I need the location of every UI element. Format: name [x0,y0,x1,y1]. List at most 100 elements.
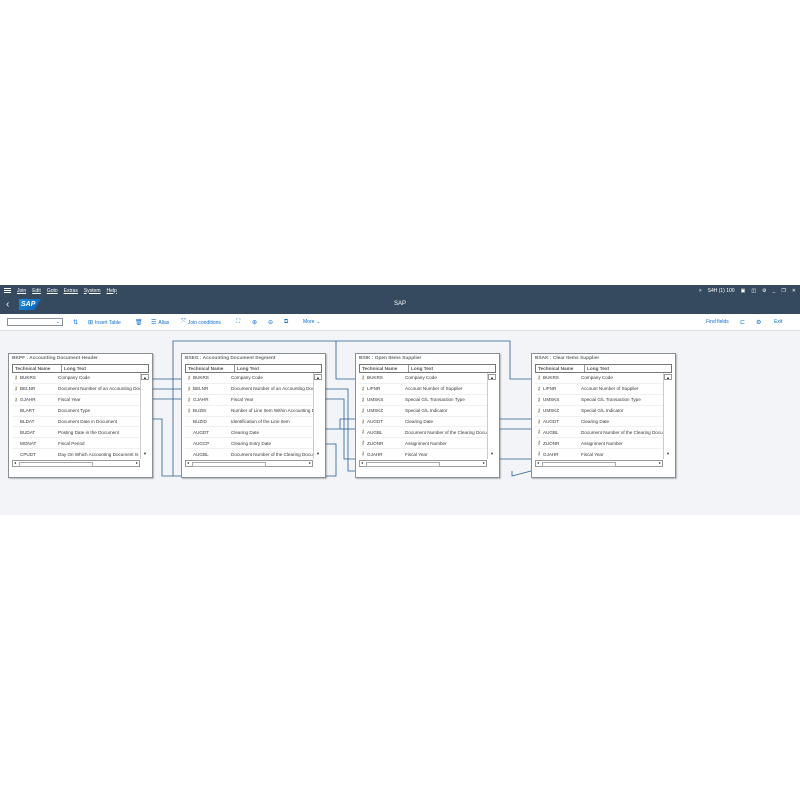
chevron-right-icon[interactable]: > [699,288,702,294]
scroll-up-icon[interactable]: ▲ [141,374,149,380]
field-row[interactable]: AUGBL Document Number of the Clearing Do… [185,449,313,459]
scroll-right-icon[interactable]: ▸ [659,460,661,465]
layout-select[interactable]: ⌄ [7,318,63,326]
field-row[interactable]: ⚷ BELNR Document Number of an Accounting… [12,384,140,395]
more-button[interactable]: More ⌄ [303,319,321,325]
column-header-long-text[interactable]: Long Text [235,365,259,372]
column-header-technical-name[interactable]: Technical Name [536,365,585,372]
column-header-technical-name[interactable]: Technical Name [360,365,409,372]
menu-goto[interactable]: Goto [47,288,58,294]
alias-button[interactable]: ☰ Alias [151,319,169,327]
horizontal-scrollbar[interactable]: ◂ ▸ [12,460,140,467]
join-canvas[interactable]: BKPF : Accounting Document Header Techni… [0,331,800,515]
scroll-thumb[interactable] [192,462,266,467]
share-icon[interactable]: ⊏ [740,319,745,326]
scroll-left-icon[interactable]: ◂ [187,460,189,465]
field-row[interactable]: ⚷ AUGBL Document Number of the Clearing … [359,427,487,439]
join-line[interactable] [326,418,355,430]
field-row[interactable]: ⚷ UMSKS Special G/L Transaction Type [359,395,487,406]
field-row[interactable]: CPUDT Day On Which Accounting Document I… [12,449,140,459]
field-row[interactable]: BUZID Identification of the Line Item [185,417,313,428]
horizontal-scrollbar[interactable]: ◂ ▸ [185,460,313,467]
scroll-right-icon[interactable]: ▸ [309,460,311,465]
field-row[interactable]: ⚷ AUGDT Clearing Date [535,417,663,428]
menu-edit[interactable]: Edit [32,288,41,294]
field-row[interactable]: AUGDT Clearing Date [185,427,313,439]
scroll-down-icon[interactable]: ▼ [488,451,496,459]
restore-icon[interactable]: ❐ [781,288,785,294]
field-row[interactable]: ⚷ BELNR Document Number of an Accounting… [185,384,313,395]
column-header-long-text[interactable]: Long Text [409,365,433,372]
exit-button[interactable]: Exit [774,319,782,325]
field-row[interactable]: BLART Document Type [12,406,140,417]
scroll-up-icon[interactable]: ▲ [664,374,672,380]
menu-extras[interactable]: Extras [64,288,78,294]
field-row[interactable]: BLDAT Document Date in Document [12,417,140,428]
field-row[interactable]: ⚷ ZUONR Assignment Number [359,438,487,450]
zoom-out-icon[interactable]: ⊖ [268,319,273,326]
table-box[interactable]: BSIK : Open Items Supplier Technical Nam… [355,353,500,478]
hamburger-menu-icon[interactable] [4,288,11,293]
field-row[interactable]: ⚷ LIFNR Account Number of Supplier [359,384,487,395]
table-title[interactable]: BKPF : Accounting Document Header [9,354,152,363]
column-header-technical-name[interactable]: Technical Name [13,365,62,372]
menu-join[interactable]: Join [17,288,26,294]
field-row[interactable]: ⚷ AUGDT Clearing Date [359,417,487,428]
close-icon[interactable]: ✕ [792,288,796,294]
find-fields-button[interactable]: Find fields [706,319,729,325]
field-row[interactable]: ⚷ UMSKS Special G/L Transaction Type [535,395,663,406]
overview-icon[interactable]: ⧉ [284,319,288,326]
field-row[interactable]: ⚷ UMSKZ Special G/L Indicator [535,406,663,417]
column-header-technical-name[interactable]: Technical Name [186,365,235,372]
table-title[interactable]: BSEG : Accounting Document Segment [182,354,325,363]
tools-icon[interactable]: ⚙ [762,288,766,294]
vertical-scrollbar[interactable]: ▲ ▼ [313,373,322,459]
scroll-down-icon[interactable]: ▼ [141,451,149,459]
layout-icon[interactable]: ◫ [751,288,756,294]
scroll-left-icon[interactable]: ◂ [14,460,16,465]
minimize-icon[interactable]: _ [773,288,776,294]
screen-icon[interactable]: ▣ [741,288,746,294]
field-row[interactable]: ⚷ ZUONR Assignment Number [535,438,663,450]
menu-system[interactable]: System [84,288,101,294]
field-row[interactable]: ⚷ BUKRS Company Code [12,373,140,384]
scroll-thumb[interactable] [366,462,440,467]
vertical-scrollbar[interactable]: ▲ ▼ [140,373,149,459]
delete-icon[interactable]: 🗑 [135,319,143,326]
field-row[interactable]: BUDAT Posting Date in the Document [12,427,140,439]
table-title[interactable]: BSIK : Open Items Supplier [356,354,499,363]
field-row[interactable]: ⚷ UMSKZ Special G/L Indicator [359,406,487,417]
field-row[interactable]: ⚷ BUKRS Company Code [535,373,663,384]
scroll-right-icon[interactable]: ▸ [483,460,485,465]
field-row[interactable]: ⚷ GJAHR Fiscal Year [359,449,487,459]
vertical-scrollbar[interactable]: ▲ ▼ [663,373,672,459]
scroll-thumb[interactable] [542,462,616,467]
scroll-left-icon[interactable]: ◂ [537,460,539,465]
settings-icon[interactable]: ⚙ [756,319,761,326]
field-row[interactable]: ⚷ LIFNR Account Number of Supplier [535,384,663,395]
column-header-long-text[interactable]: Long Text [585,365,609,372]
horizontal-scrollbar[interactable]: ◂ ▸ [535,460,663,467]
menu-help[interactable]: Help [107,288,117,294]
scroll-left-icon[interactable]: ◂ [361,460,363,465]
field-row[interactable]: ⚷ AUGBL Document Number of the Clearing … [535,427,663,439]
table-box[interactable]: BSEG : Accounting Document Segment Techn… [181,353,326,478]
table-title[interactable]: BSAK : Clear Items Supplier [532,354,675,363]
scroll-down-icon[interactable]: ▼ [664,451,672,459]
field-row[interactable]: ⚷ GJAHR Fiscal Year [535,449,663,459]
fit-icon[interactable]: ⛶ [236,319,240,326]
field-row[interactable]: ⚷ BUZEI Number of Line Item Within Accou… [185,406,313,417]
field-row[interactable]: ⚷ GJAHR Fiscal Year [185,395,313,406]
flip-icon[interactable]: ⇅ [73,319,78,326]
scroll-down-icon[interactable]: ▼ [314,451,322,459]
zoom-in-icon[interactable]: ⊕ [252,319,257,326]
scroll-up-icon[interactable]: ▲ [314,374,322,380]
insert-table-button[interactable]: ⊞ Insert Table [88,319,121,327]
field-row[interactable]: MONAT Fiscal Period [12,438,140,450]
vertical-scrollbar[interactable]: ▲ ▼ [487,373,496,459]
join-conditions-button[interactable]: ⤧ Join conditions [181,319,221,326]
field-row[interactable]: ⚷ GJAHR Fiscal Year [12,395,140,406]
table-box[interactable]: BSAK : Clear Items Supplier Technical Na… [531,353,676,478]
scroll-up-icon[interactable]: ▲ [488,374,496,380]
scroll-thumb[interactable] [19,462,93,467]
